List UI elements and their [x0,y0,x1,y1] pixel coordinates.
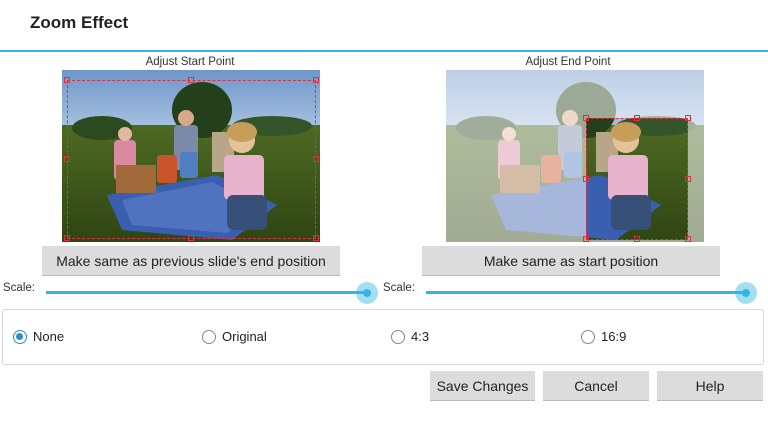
crop-handle[interactable] [685,176,691,182]
crop-handle[interactable] [634,115,640,121]
start-photo-preview[interactable] [62,70,320,242]
match-start-button[interactable]: Make same as start position [422,246,720,276]
radio-button[interactable] [202,329,216,344]
end-photo-preview[interactable] [446,70,704,242]
crop-handle[interactable] [188,77,194,83]
help-button[interactable]: Help [657,371,763,401]
title-divider [0,50,768,52]
crop-handle[interactable] [583,115,589,121]
match-previous-end-button[interactable]: Make same as previous slide's end positi… [42,246,340,276]
crop-handle[interactable] [64,235,70,241]
start-scale-label: Scale: [3,282,35,294]
crop-handle[interactable] [313,235,319,241]
crop-handle[interactable] [583,176,589,182]
radio-label: 16:9 [601,329,627,344]
crop-handle[interactable] [634,236,640,242]
radio-label: 4:3 [411,329,430,344]
radio-button[interactable] [13,329,27,344]
radio-option-none[interactable]: None [13,329,64,344]
end-scale-label: Scale: [383,282,415,294]
crop-handle[interactable] [313,77,319,83]
radio-button[interactable] [391,329,405,344]
start-point-label: Adjust Start Point [145,56,235,68]
crop-handle[interactable] [685,115,691,121]
crop-handle[interactable] [64,156,70,162]
crop-handle[interactable] [685,236,691,242]
radio-label: None [33,329,65,344]
aspect-ratio-group: None Original 4:3 16:9 [2,309,764,365]
radio-button[interactable] [581,329,595,344]
dialog-title: Zoom Effect [30,13,129,32]
save-changes-button[interactable]: Save Changes [430,371,535,401]
end-scale-thumb[interactable] [735,282,757,304]
radio-option-16-9[interactable]: 16:9 [581,329,626,344]
crop-handle[interactable] [583,236,589,242]
start-scale-slider[interactable] [46,291,368,294]
crop-handle[interactable] [313,156,319,162]
end-crop-box[interactable] [586,118,688,240]
end-scale-slider[interactable] [426,291,748,294]
start-scale-thumb[interactable] [356,282,378,304]
radio-option-original[interactable]: Original [202,329,267,344]
cancel-button[interactable]: Cancel [543,371,649,401]
end-point-label: Adjust End Point [525,56,611,68]
start-crop-box[interactable] [67,80,316,239]
crop-handle[interactable] [188,235,194,241]
crop-handle[interactable] [64,77,70,83]
radio-label: Original [222,329,267,344]
radio-option-4-3[interactable]: 4:3 [391,329,429,344]
